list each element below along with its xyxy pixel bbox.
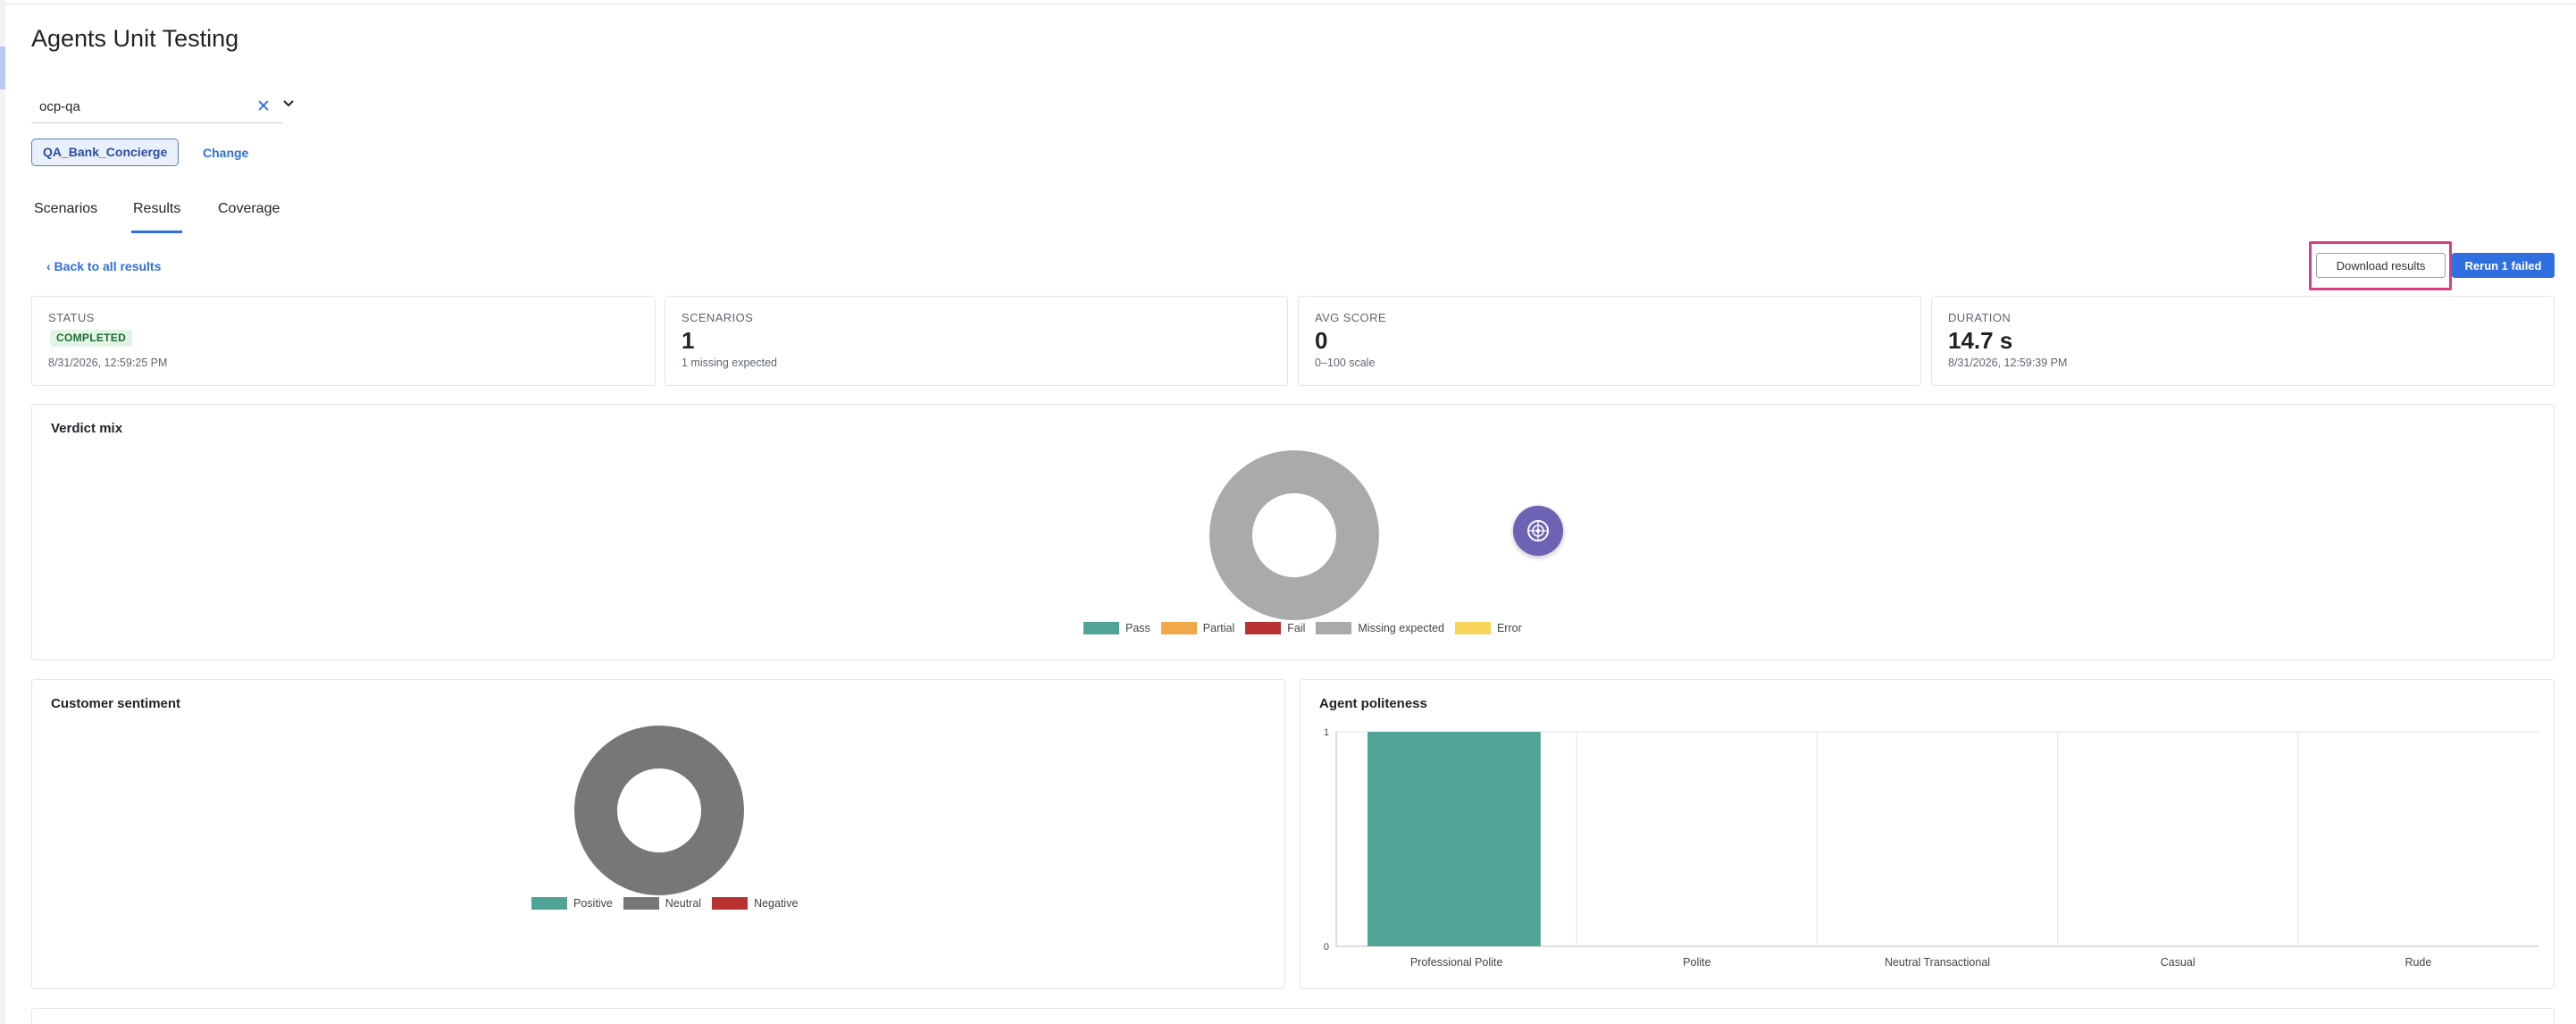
legend-label: Missing expected bbox=[1358, 622, 1444, 634]
legend-swatch bbox=[712, 897, 749, 910]
legend-label: Error bbox=[1496, 622, 1522, 634]
agent-politeness-panel: Agent politeness 1 0 Professional Polite Po… bbox=[1300, 679, 2555, 989]
legend-label: Pass bbox=[1125, 622, 1150, 634]
bar-professional-polite[interactable] bbox=[1367, 732, 1541, 946]
legend-item-missing-expected[interactable]: Missing expected bbox=[1316, 622, 1444, 634]
scenarios-label: SCENARIOS bbox=[682, 311, 754, 324]
legend-swatch bbox=[1245, 622, 1282, 634]
legend-swatch bbox=[1454, 622, 1491, 634]
status-badge: COMPLETED bbox=[50, 330, 133, 347]
left-rail bbox=[0, 0, 5, 1024]
status-label: STATUS bbox=[48, 311, 95, 324]
legend-swatch bbox=[1316, 622, 1352, 634]
legend-item-error[interactable]: Error bbox=[1454, 622, 1522, 634]
legend-label: Neutral bbox=[665, 897, 702, 910]
duration-value: 14.7 s bbox=[1948, 327, 2013, 354]
legend-label: Positive bbox=[573, 897, 613, 910]
next-panel bbox=[31, 1008, 2555, 1024]
customer-sentiment-donut bbox=[574, 726, 744, 895]
customer-sentiment-legend: Positive Neutral Negative bbox=[531, 897, 808, 910]
agent-chip[interactable]: QA_Bank_Concierge bbox=[31, 138, 180, 166]
legend-item-fail[interactable]: Fail bbox=[1245, 622, 1305, 634]
y-tick-label: 0 bbox=[1324, 942, 1329, 953]
assistant-icon bbox=[1527, 520, 1549, 541]
verdict-mix-title: Verdict mix bbox=[51, 421, 123, 436]
page-title: Agents Unit Testing bbox=[31, 25, 239, 52]
customer-sentiment-title: Customer sentiment bbox=[51, 696, 181, 711]
scenarios-sub: 1 missing expected bbox=[682, 357, 778, 369]
verdict-mix-legend: Pass Partial Fail Missing expected Error bbox=[1083, 622, 1533, 634]
scenarios-value: 1 bbox=[682, 327, 695, 354]
tab-results[interactable]: Results bbox=[130, 201, 183, 233]
change-agent-link[interactable]: Change bbox=[203, 146, 248, 160]
legend-label: Negative bbox=[754, 897, 799, 910]
left-rail-indicator bbox=[0, 46, 5, 89]
legend-swatch bbox=[1083, 622, 1119, 634]
x-tick-label: Professional Polite bbox=[1410, 956, 1503, 969]
customer-sentiment-panel: Customer sentiment Positive Neutral Nega… bbox=[31, 679, 1285, 989]
legend-item-partial[interactable]: Partial bbox=[1160, 622, 1235, 634]
legend-item-neutral[interactable]: Neutral bbox=[623, 897, 701, 910]
tab-scenarios[interactable]: Scenarios bbox=[34, 201, 97, 217]
legend-swatch bbox=[623, 897, 659, 910]
org-select-value: ocp-qa bbox=[39, 99, 80, 114]
verdict-mix-donut bbox=[1209, 450, 1379, 620]
slice-neutral[interactable] bbox=[574, 726, 744, 895]
agent-politeness-bar-chart: 1 0 Professional Polite Polite Neutral Trans… bbox=[1324, 727, 2538, 969]
avg-score-card: AVG SCORE 0 0–100 scale bbox=[1298, 296, 1921, 386]
verdict-mix-panel: Verdict mix Pass Partial Fail Missing ex… bbox=[31, 404, 2555, 660]
status-card: STATUS COMPLETED 8/31/2026, 12:59:25 PM bbox=[31, 296, 656, 386]
org-select[interactable]: ocp-qa ✕ bbox=[31, 91, 294, 123]
duration-label: DURATION bbox=[1948, 311, 2011, 324]
legend-label: Partial bbox=[1202, 622, 1235, 634]
legend-item-negative[interactable]: Negative bbox=[712, 897, 798, 910]
avg-score-label: AVG SCORE bbox=[1315, 311, 1386, 324]
chevron-down-icon[interactable] bbox=[281, 97, 296, 115]
x-tick-label: Neutral Transactional bbox=[1885, 956, 1990, 969]
x-tick-label: Polite bbox=[1683, 956, 1710, 969]
x-tick-label: Rude bbox=[2405, 956, 2431, 969]
legend-item-positive[interactable]: Positive bbox=[531, 897, 613, 910]
rerun-failed-button[interactable]: Rerun 1 failed bbox=[2452, 253, 2555, 278]
assistant-floating-button[interactable] bbox=[1513, 506, 1563, 556]
avg-score-value: 0 bbox=[1315, 327, 1328, 354]
avg-score-sub: 0–100 scale bbox=[1315, 357, 1376, 369]
slice-missing-expected[interactable] bbox=[1209, 450, 1379, 620]
legend-swatch bbox=[531, 897, 567, 910]
legend-swatch bbox=[1160, 622, 1197, 634]
close-icon[interactable]: ✕ bbox=[256, 97, 271, 117]
duration-card: DURATION 14.7 s 8/31/2026, 12:59:39 PM bbox=[1931, 296, 2555, 386]
x-tick-label: Casual bbox=[2161, 956, 2195, 969]
tab-coverage[interactable]: Coverage bbox=[218, 201, 280, 217]
legend-item-pass[interactable]: Pass bbox=[1083, 622, 1150, 634]
y-tick-label: 1 bbox=[1324, 727, 1329, 738]
scenarios-card: SCENARIOS 1 1 missing expected bbox=[665, 296, 1288, 386]
duration-timestamp: 8/31/2026, 12:59:39 PM bbox=[1948, 357, 2068, 369]
back-to-all-results-link[interactable]: ‹ Back to all results bbox=[46, 259, 161, 273]
download-results-button[interactable]: Download results bbox=[2316, 253, 2446, 278]
status-timestamp: 8/31/2026, 12:59:25 PM bbox=[48, 357, 168, 369]
legend-label: Fail bbox=[1287, 622, 1306, 634]
